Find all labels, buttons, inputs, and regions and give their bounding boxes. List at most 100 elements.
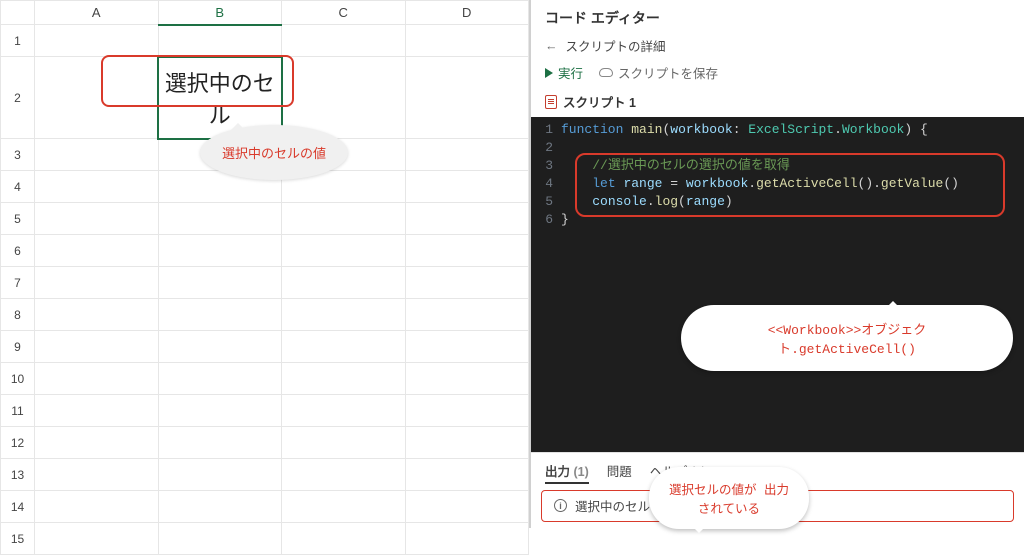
row-header[interactable]: 4	[1, 171, 35, 203]
row-header[interactable]: 2	[1, 57, 35, 139]
cell[interactable]	[405, 491, 529, 523]
row-header[interactable]: 8	[1, 299, 35, 331]
save-button-label: スクリプトを保存	[618, 63, 718, 82]
cell[interactable]	[35, 427, 159, 459]
code-line[interactable]: 5 console.log(range)	[531, 193, 1024, 211]
cell[interactable]	[282, 267, 406, 299]
cell[interactable]	[158, 491, 282, 523]
cell[interactable]	[405, 427, 529, 459]
cell[interactable]	[405, 171, 529, 203]
cell[interactable]	[282, 459, 406, 491]
editor-title: コード エディター	[531, 0, 1024, 32]
cell[interactable]	[158, 523, 282, 555]
cell[interactable]	[405, 459, 529, 491]
cell[interactable]	[282, 203, 406, 235]
cell[interactable]	[282, 523, 406, 555]
row-header[interactable]: 12	[1, 427, 35, 459]
cell[interactable]	[405, 395, 529, 427]
cell[interactable]	[35, 139, 159, 171]
cell[interactable]	[405, 331, 529, 363]
cell[interactable]	[35, 25, 159, 57]
row-header[interactable]: 3	[1, 139, 35, 171]
code-line[interactable]: 3 //選択中のセルの選択の値を取得	[531, 157, 1024, 175]
row-header[interactable]: 1	[1, 25, 35, 57]
cell[interactable]	[158, 395, 282, 427]
callout-cell-value: 選択中のセルの値	[200, 125, 348, 180]
cell[interactable]	[282, 363, 406, 395]
output-value: 選択中のセル	[575, 496, 650, 515]
cell[interactable]	[405, 25, 529, 57]
cell[interactable]	[158, 235, 282, 267]
cell[interactable]	[282, 395, 406, 427]
cell[interactable]	[405, 299, 529, 331]
info-icon: i	[554, 499, 567, 512]
cell[interactable]	[35, 267, 159, 299]
column-header[interactable]: A	[35, 1, 159, 25]
code-area[interactable]: 1function main(workbook: ExcelScript.Wor…	[531, 117, 1024, 452]
cell[interactable]	[35, 203, 159, 235]
back-link-label: スクリプトの詳細	[566, 36, 666, 55]
cell[interactable]	[282, 491, 406, 523]
cell[interactable]	[35, 395, 159, 427]
cell[interactable]	[35, 491, 159, 523]
row-header[interactable]: 10	[1, 363, 35, 395]
row-header[interactable]: 14	[1, 491, 35, 523]
script-tab[interactable]: スクリプト 1	[531, 88, 1024, 117]
cell[interactable]	[158, 427, 282, 459]
cell[interactable]	[405, 139, 529, 171]
code-line[interactable]: 4 let range = workbook.getActiveCell().g…	[531, 175, 1024, 193]
run-button[interactable]: 実行	[545, 63, 583, 82]
cell[interactable]	[282, 427, 406, 459]
cell[interactable]	[158, 299, 282, 331]
cell[interactable]	[158, 331, 282, 363]
cell[interactable]	[35, 57, 159, 139]
cell[interactable]	[282, 25, 406, 57]
code-line[interactable]: 1function main(workbook: ExcelScript.Wor…	[531, 121, 1024, 139]
cell[interactable]	[35, 363, 159, 395]
callout-output: 選択セルの値が 出力されている	[649, 467, 809, 529]
cell[interactable]	[158, 25, 282, 57]
cell[interactable]	[405, 57, 529, 139]
cell[interactable]	[35, 299, 159, 331]
row-header[interactable]: 15	[1, 523, 35, 555]
cell[interactable]	[282, 235, 406, 267]
cloud-icon	[599, 68, 613, 77]
cell[interactable]	[35, 523, 159, 555]
row-header[interactable]: 5	[1, 203, 35, 235]
panel-tab[interactable]: 問題	[607, 461, 632, 484]
script-name: スクリプト 1	[563, 92, 636, 111]
back-arrow-icon: ←	[545, 39, 558, 53]
column-header[interactable]: C	[282, 1, 406, 25]
panel-tab[interactable]: 出力 (1)	[545, 461, 589, 484]
cell[interactable]	[405, 235, 529, 267]
row-header[interactable]: 6	[1, 235, 35, 267]
code-editor-pane: コード エディター ← スクリプトの詳細 実行 スクリプトを保存 スクリプト 1…	[530, 0, 1024, 528]
column-header[interactable]: B	[158, 1, 282, 25]
cell[interactable]	[35, 235, 159, 267]
cell[interactable]	[35, 171, 159, 203]
code-line[interactable]: 6}	[531, 211, 1024, 229]
cell[interactable]	[158, 203, 282, 235]
cell[interactable]	[35, 331, 159, 363]
row-header[interactable]: 11	[1, 395, 35, 427]
cell[interactable]	[158, 267, 282, 299]
cell[interactable]	[158, 459, 282, 491]
cell[interactable]	[158, 363, 282, 395]
cell[interactable]	[405, 363, 529, 395]
run-button-label: 実行	[558, 63, 583, 82]
code-line[interactable]: 2	[531, 139, 1024, 157]
cell[interactable]	[35, 459, 159, 491]
cell[interactable]	[282, 299, 406, 331]
cell[interactable]	[405, 203, 529, 235]
cell[interactable]	[405, 523, 529, 555]
cell[interactable]	[282, 331, 406, 363]
save-script-button[interactable]: スクリプトを保存	[599, 63, 718, 82]
row-header[interactable]: 13	[1, 459, 35, 491]
row-header[interactable]: 7	[1, 267, 35, 299]
column-header[interactable]: D	[405, 1, 529, 25]
cell[interactable]	[405, 267, 529, 299]
script-file-icon	[545, 95, 557, 109]
back-link[interactable]: ← スクリプトの詳細	[531, 32, 1024, 59]
row-header[interactable]: 9	[1, 331, 35, 363]
grid[interactable]: ABCD12選択中のセル3456789101112131415	[0, 0, 529, 555]
